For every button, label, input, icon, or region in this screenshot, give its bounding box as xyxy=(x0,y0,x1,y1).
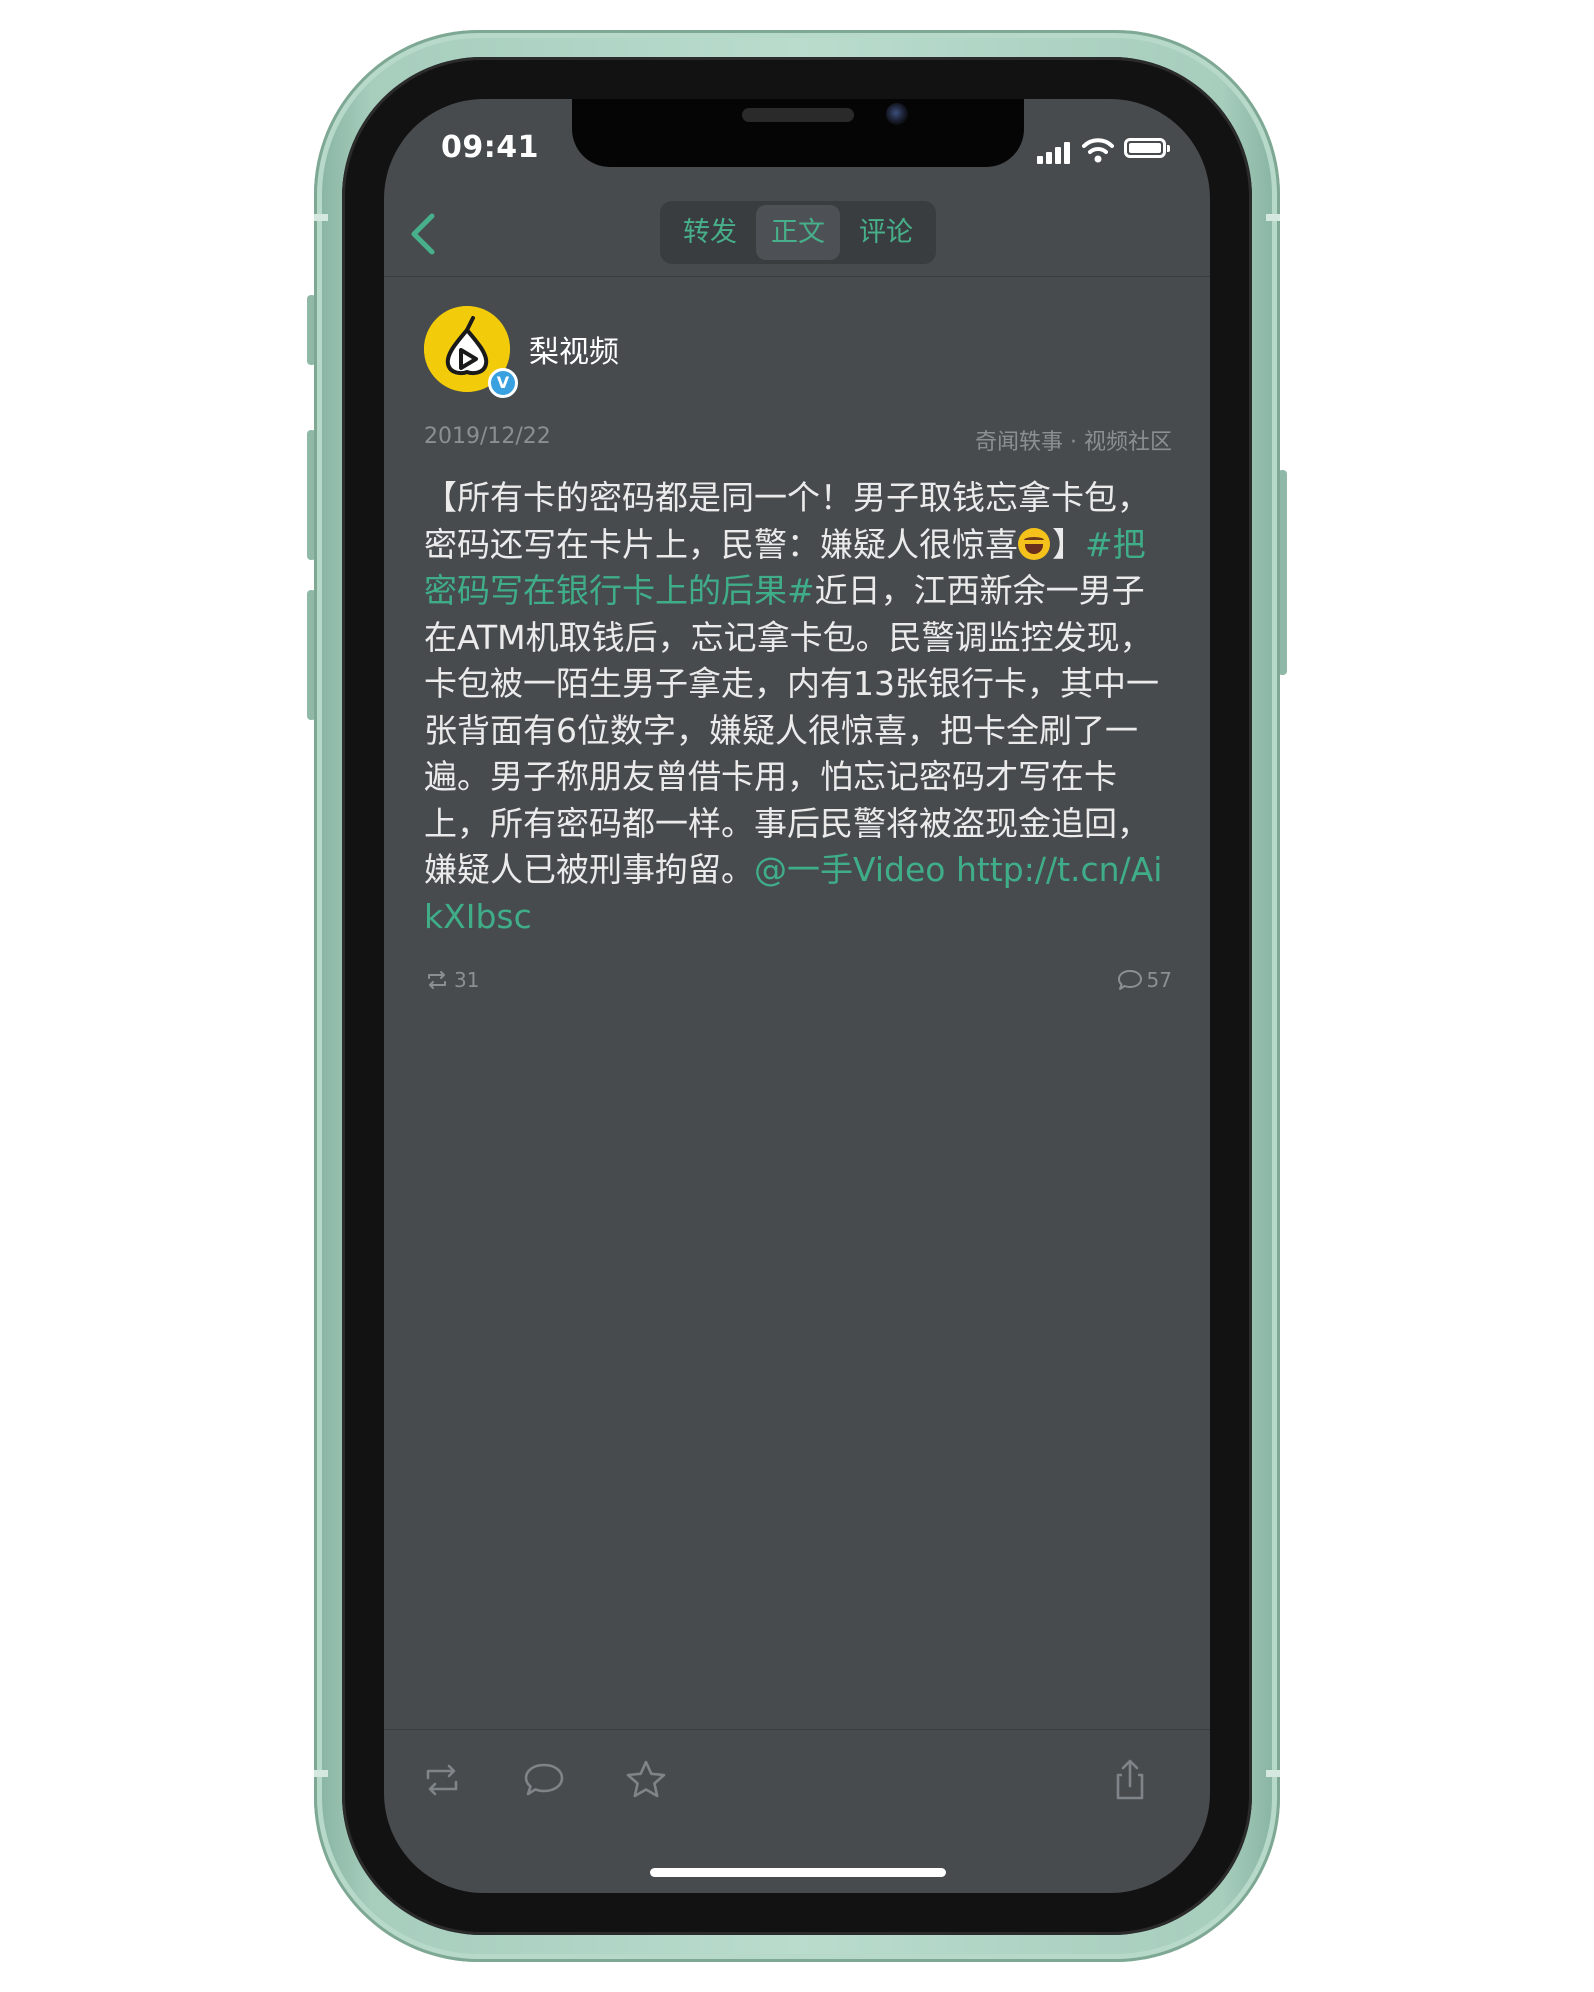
post-date: 2019/12/22 xyxy=(424,424,551,449)
antenna-band xyxy=(1266,214,1280,221)
verified-badge-icon: V xyxy=(488,368,518,398)
body-text: 近日，江西新余一男子在ATM机取钱后，忘记拿卡包。民警调监控发现，卡包被一陌生男… xyxy=(424,571,1159,889)
battery-icon xyxy=(1124,138,1170,158)
star-icon[interactable] xyxy=(622,1756,670,1804)
repost-icon[interactable] xyxy=(418,1756,466,1804)
repost-count[interactable]: 31 xyxy=(424,968,479,992)
toolbar-divider xyxy=(384,1729,1210,1730)
back-button[interactable] xyxy=(404,210,444,258)
share-icon[interactable] xyxy=(1106,1756,1154,1804)
earpiece-speaker xyxy=(742,108,854,122)
status-time: 09:41 xyxy=(441,130,539,165)
antenna-band xyxy=(314,1770,328,1777)
nav-divider xyxy=(384,276,1210,277)
antenna-band xyxy=(314,214,328,221)
author-name[interactable]: 梨视频 xyxy=(529,327,619,371)
post-source: 奇闻轶事 · 视频社区 xyxy=(975,430,1172,455)
comment-icon xyxy=(1117,970,1142,990)
comment-count-value: 57 xyxy=(1146,968,1172,992)
tab-comments[interactable]: 评论 xyxy=(844,205,928,260)
body-space xyxy=(945,850,956,889)
repost-count-value: 31 xyxy=(454,968,480,992)
front-camera xyxy=(886,103,908,125)
comment-count[interactable]: 57 xyxy=(1117,968,1172,992)
home-indicator[interactable] xyxy=(650,1868,946,1877)
comment-icon[interactable] xyxy=(520,1756,568,1804)
tab-body[interactable]: 正文 xyxy=(756,205,840,260)
antenna-band xyxy=(1266,1770,1280,1777)
laughing-emoji-icon xyxy=(1018,527,1050,560)
signal-icon xyxy=(1037,140,1077,164)
tab-repost[interactable]: 转发 xyxy=(668,205,752,260)
post-body: 【所有卡的密码都是同一个！男子取钱忘拿卡包，密码还写在卡片上，民警：嫌疑人很惊喜… xyxy=(424,475,1174,940)
wifi-icon xyxy=(1082,138,1114,163)
mention-link[interactable]: @一手Video xyxy=(754,850,945,889)
body-text: 】 xyxy=(1052,524,1085,564)
repost-icon xyxy=(428,971,446,989)
segmented-control: 转发 正文 评论 xyxy=(660,201,936,264)
